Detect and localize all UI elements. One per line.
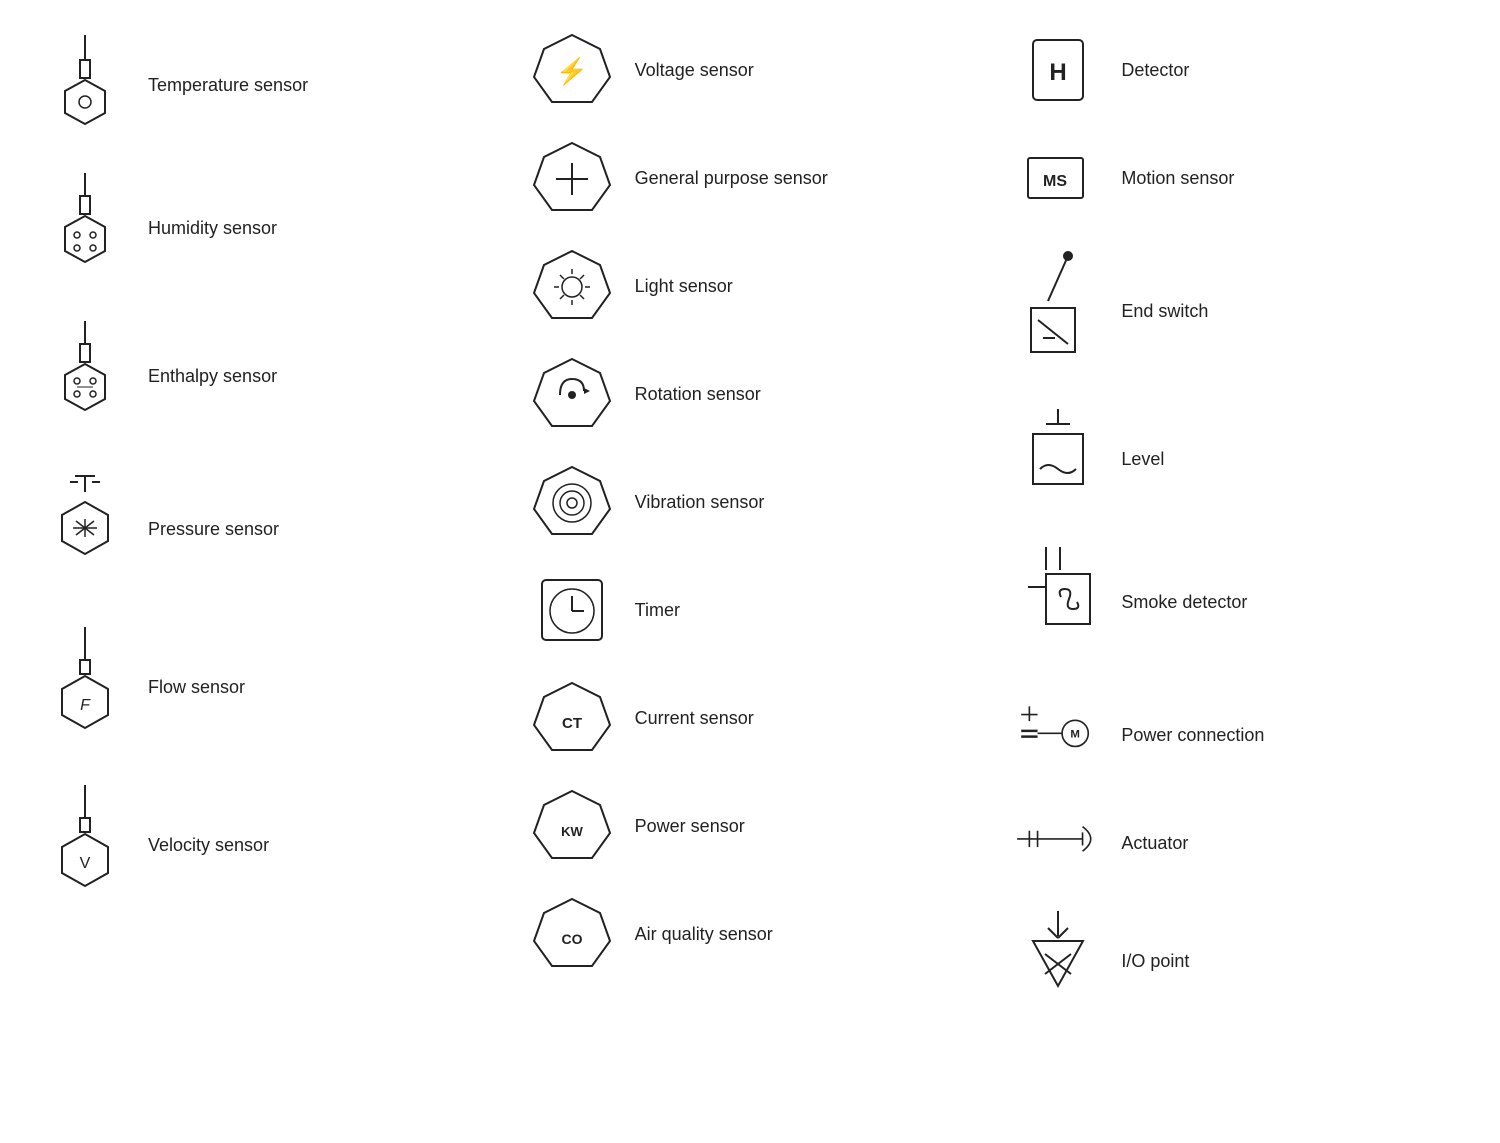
symbol-row-timer: Timer: [527, 570, 974, 650]
pressure-sensor-symbol: [40, 464, 130, 594]
pressure-label: Pressure sensor: [148, 519, 279, 540]
humidity-label: Humidity sensor: [148, 218, 277, 239]
power-connection-label: Power connection: [1121, 725, 1264, 746]
timer-symbol: [527, 570, 617, 650]
symbol-row-light: Light sensor: [527, 246, 974, 326]
svg-text:CT: CT: [562, 715, 582, 732]
symbol-row-power-connection: M Power connection: [1013, 690, 1460, 780]
symbol-row-pressure: Pressure sensor: [40, 464, 487, 594]
svg-text:H: H: [1050, 59, 1067, 86]
vibration-label: Vibration sensor: [635, 492, 765, 513]
rotation-sensor-symbol: [527, 354, 617, 434]
rotation-label: Rotation sensor: [635, 384, 761, 405]
page: Temperature sensor Humidity sensor: [20, 20, 1480, 1054]
symbol-row-io: I/O point: [1013, 906, 1460, 1016]
symbol-row-velocity: V Velocity sensor: [40, 780, 487, 910]
vibration-sensor-symbol: [527, 462, 617, 542]
velocity-label: Velocity sensor: [148, 835, 269, 856]
symbol-row-general: General purpose sensor: [527, 138, 974, 218]
power-label: Power sensor: [635, 816, 745, 837]
light-label: Light sensor: [635, 276, 733, 297]
flow-sensor-symbol: F: [40, 622, 130, 752]
symbol-row-vibration: Vibration sensor: [527, 462, 974, 542]
enthalpy-label: Enthalpy sensor: [148, 366, 277, 387]
actuator-symbol: [1013, 808, 1103, 878]
symbol-row-rotation: Rotation sensor: [527, 354, 974, 434]
voltage-sensor-symbol: ⚡: [527, 30, 617, 110]
end-switch-label: End switch: [1121, 301, 1208, 322]
symbol-row-actuator: Actuator: [1013, 808, 1460, 878]
current-label: Current sensor: [635, 708, 754, 729]
symbol-row-level: Level: [1013, 404, 1460, 514]
detector-symbol: H: [1013, 30, 1103, 110]
svg-text:F: F: [80, 697, 91, 714]
voltage-label: Voltage sensor: [635, 60, 754, 81]
column-1: Temperature sensor Humidity sensor: [20, 20, 507, 1054]
level-label: Level: [1121, 449, 1164, 470]
symbol-row-detector: H Detector: [1013, 30, 1460, 110]
air-sensor-symbol: CO: [527, 894, 617, 974]
svg-text:⚡: ⚡: [555, 56, 587, 87]
svg-text:V: V: [80, 855, 91, 872]
motion-label: Motion sensor: [1121, 168, 1234, 189]
symbol-row-power: KW Power sensor: [527, 786, 974, 866]
detector-label: Detector: [1121, 60, 1189, 81]
humidity-sensor-symbol: [40, 168, 130, 288]
symbol-row-temperature: Temperature sensor: [40, 30, 487, 140]
light-sensor-symbol: [527, 246, 617, 326]
svg-text:CO: CO: [561, 931, 582, 947]
flow-label: Flow sensor: [148, 677, 245, 698]
svg-text:KW: KW: [561, 824, 583, 839]
general-sensor-symbol: [527, 138, 617, 218]
enthalpy-sensor-symbol: [40, 316, 130, 436]
symbol-row-enthalpy: Enthalpy sensor: [40, 316, 487, 436]
level-symbol: [1013, 404, 1103, 514]
svg-text:MS: MS: [1043, 173, 1067, 190]
svg-text:M: M: [1071, 728, 1081, 740]
io-point-symbol: [1013, 906, 1103, 1016]
velocity-sensor-symbol: V: [40, 780, 130, 910]
temperature-sensor-symbol: [40, 30, 130, 140]
general-label: General purpose sensor: [635, 168, 828, 189]
io-label: I/O point: [1121, 951, 1189, 972]
symbol-row-end-switch: End switch: [1013, 246, 1460, 376]
symbol-row-voltage: ⚡ Voltage sensor: [527, 30, 974, 110]
smoke-detector-symbol: [1013, 542, 1103, 662]
air-label: Air quality sensor: [635, 924, 773, 945]
current-sensor-symbol: CT: [527, 678, 617, 758]
temperature-label: Temperature sensor: [148, 75, 308, 96]
power-connection-symbol: M: [1013, 690, 1103, 780]
symbol-row-flow: F Flow sensor: [40, 622, 487, 752]
actuator-label: Actuator: [1121, 833, 1188, 854]
symbol-row-air: CO Air quality sensor: [527, 894, 974, 974]
smoke-label: Smoke detector: [1121, 592, 1247, 613]
symbol-row-humidity: Humidity sensor: [40, 168, 487, 288]
motion-sensor-symbol: MS: [1013, 138, 1103, 218]
column-3: H Detector MS Motion sensor: [993, 20, 1480, 1054]
column-2: ⚡ Voltage sensor General purpose sensor: [507, 20, 994, 1054]
symbol-row-motion: MS Motion sensor: [1013, 138, 1460, 218]
power-sensor-symbol: KW: [527, 786, 617, 866]
end-switch-symbol: [1013, 246, 1103, 376]
symbol-row-current: CT Current sensor: [527, 678, 974, 758]
timer-label: Timer: [635, 600, 680, 621]
symbol-row-smoke: Smoke detector: [1013, 542, 1460, 662]
